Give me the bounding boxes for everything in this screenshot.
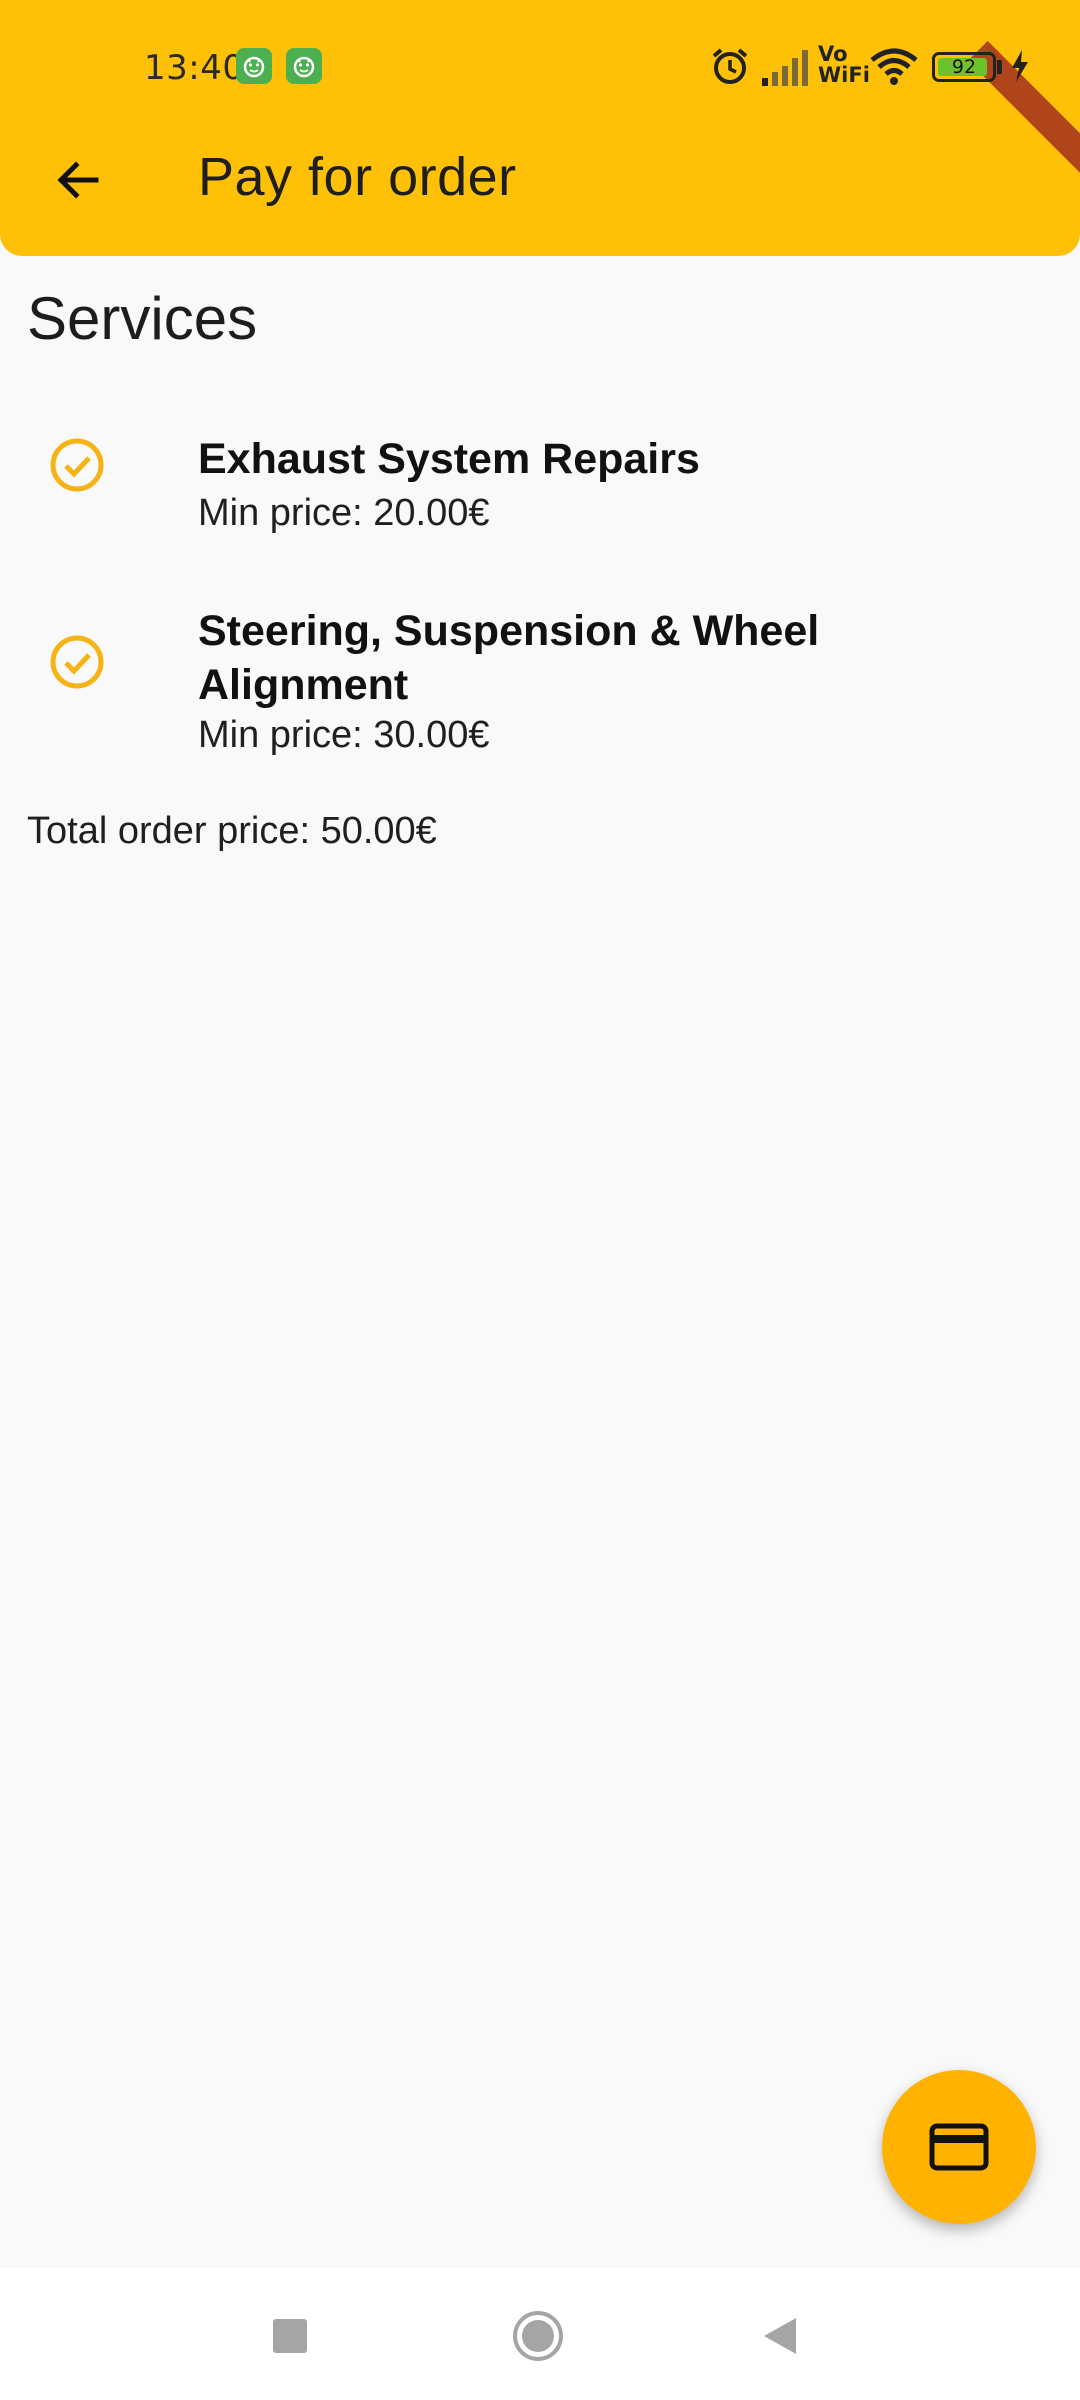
service-price: Min price: 20.00€ (198, 492, 490, 534)
home-button[interactable] (510, 2308, 566, 2364)
credit-card-icon (929, 2123, 989, 2171)
pay-fab-button[interactable] (882, 2070, 1036, 2224)
charging-icon (1012, 50, 1028, 82)
status-bar: 13:40 Vo WiFi 92 (0, 0, 1080, 130)
status-time: 13:40 (144, 48, 245, 88)
battery-icon: 92 (932, 52, 996, 82)
system-nav-bar (0, 2268, 1080, 2400)
app-notification-icon (236, 48, 272, 84)
app-bar: 13:40 Vo WiFi 92 Pay for order (0, 0, 1080, 256)
wifi-icon (870, 48, 918, 85)
recents-square-icon (273, 2319, 307, 2353)
battery-level: 92 (951, 56, 977, 78)
check-circle-icon (50, 635, 104, 689)
back-nav-button[interactable] (752, 2308, 808, 2364)
vowifi-icon: Vo WiFi (818, 42, 870, 87)
recents-button[interactable] (262, 2308, 318, 2364)
back-triangle-icon (764, 2318, 796, 2354)
vowifi-label-top: Vo (818, 42, 848, 66)
service-name: Steering, Suspension & Wheel Alignment (198, 607, 820, 709)
page-title: Pay for order (198, 147, 517, 207)
list-item: Steering, Suspension & Wheel Alignment M… (0, 598, 1080, 768)
app-notification-icon (286, 48, 322, 84)
check-circle-icon (50, 438, 104, 492)
services-heading: Services (27, 285, 258, 352)
alarm-icon (712, 48, 748, 84)
total-order-price: Total order price: 50.00€ (27, 810, 437, 852)
service-price: Min price: 30.00€ (198, 714, 490, 756)
list-item: Exhaust System Repairs Min price: 20.00€ (0, 420, 1080, 550)
signal-icon (762, 50, 808, 86)
back-button[interactable] (38, 140, 118, 220)
service-name: Exhaust System Repairs (198, 435, 700, 483)
vowifi-label-bottom: WiFi (818, 63, 870, 87)
arrow-back-icon (57, 161, 99, 199)
home-circle-icon (513, 2311, 563, 2361)
